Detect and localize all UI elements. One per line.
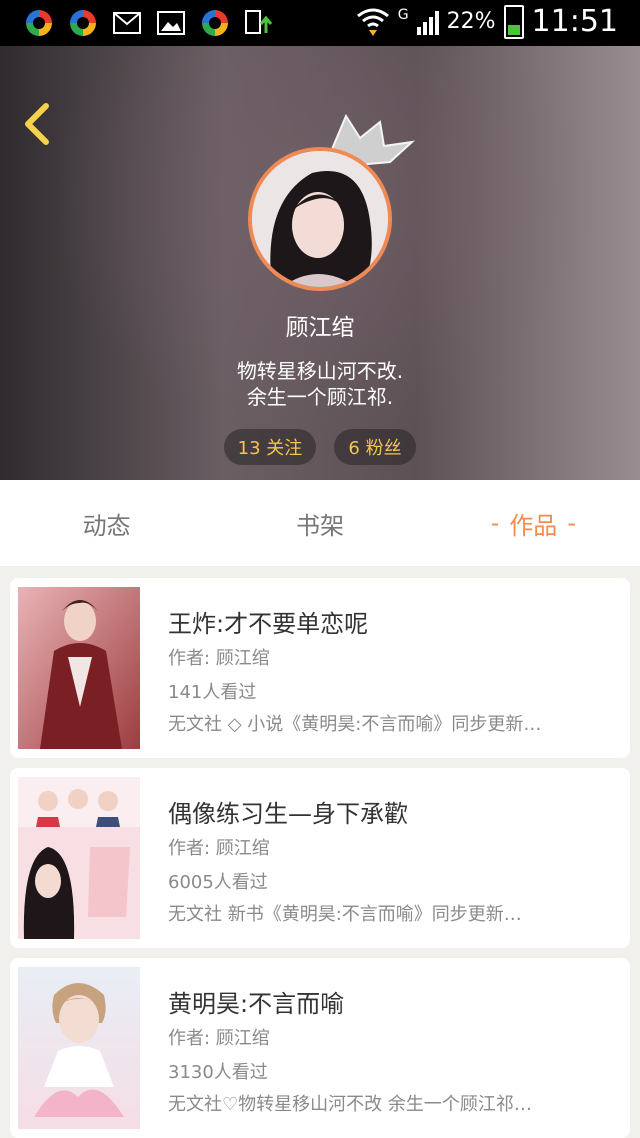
status-indicators: G 22% 11:51: [356, 4, 618, 39]
avatar[interactable]: [248, 147, 392, 291]
bio: 物转星移山河不改. 余生一个顾江祁.: [0, 358, 640, 410]
tab-works[interactable]: - 作品 -: [427, 480, 640, 566]
tab-activity-label: 动态: [82, 511, 131, 540]
back-button[interactable]: [18, 102, 58, 146]
book-cover: [18, 777, 140, 939]
work-title: 王炸:才不要单恋呢: [168, 610, 369, 638]
following-count-button[interactable]: 13 关注: [224, 429, 316, 465]
work-title: 偶像练习生—身下承歡: [168, 800, 408, 828]
tab-works-label: 作品: [509, 511, 558, 540]
work-card[interactable]: 偶像练习生—身下承歡 作者: 顾江绾 6005人看过 无文社 新书《黄明昊:不言…: [10, 768, 630, 948]
battery-icon: [503, 4, 524, 39]
book-cover: [18, 967, 140, 1129]
chevron-left-icon: [25, 103, 49, 145]
tab-active-dash-left: -: [490, 509, 500, 537]
battery-percent: 22%: [446, 9, 496, 34]
notification-icons: [24, 8, 274, 38]
tab-activity[interactable]: 动态: [0, 480, 213, 566]
profile-header: 顾江绾 物转星移山河不改. 余生一个顾江祁. 13 关注 6 粉丝: [0, 46, 640, 480]
work-author: 作者: 顾江绾: [168, 1028, 270, 1049]
tab-bookshelf-label: 书架: [295, 511, 344, 540]
mail-icon: [112, 8, 142, 38]
work-views: 6005人看过: [168, 872, 268, 893]
book-cover: [18, 587, 140, 749]
tab-active-dash-right: -: [567, 509, 576, 537]
bio-line-2: 余生一个顾江祁.: [246, 385, 394, 409]
work-views: 141人看过: [168, 682, 257, 703]
tab-bookshelf[interactable]: 书架: [213, 480, 426, 566]
image-icon: [156, 8, 186, 38]
signal-icon: [416, 9, 439, 35]
clock: 11:51: [531, 4, 618, 39]
app-notification-icon: [24, 8, 54, 38]
username: 顾江绾: [285, 315, 355, 341]
work-views: 3130人看过: [168, 1062, 268, 1083]
status-bar: G 22% 11:51: [0, 0, 640, 46]
profile-tabs: 动态 书架 - 作品 -: [0, 480, 640, 566]
work-card[interactable]: 王炸:才不要单恋呢 作者: 顾江绾 141人看过 无文社 ◇ 小说《黄明昊:不言…: [10, 578, 630, 758]
work-title: 黄明昊:不言而喻: [168, 990, 345, 1018]
work-description: 无文社 新书《黄明昊:不言而喻》同步更新…: [168, 904, 522, 925]
wifi-icon: [356, 8, 389, 36]
work-description: 无文社♡物转星移山河不改 余生一个顾江祁…: [168, 1094, 532, 1115]
download-icon: [244, 8, 274, 38]
fans-count-button[interactable]: 6 粉丝: [334, 429, 416, 465]
work-description: 无文社 ◇ 小说《黄明昊:不言而喻》同步更新…: [168, 714, 542, 735]
app-notification-icon: [200, 8, 230, 38]
avatar-image: [252, 151, 388, 287]
bio-line-1: 物转星移山河不改.: [236, 359, 404, 383]
work-card[interactable]: 黄明昊:不言而喻 作者: 顾江绾 3130人看过 无文社♡物转星移山河不改 余生…: [10, 958, 630, 1138]
app-notification-icon: [68, 8, 98, 38]
work-author: 作者: 顾江绾: [168, 838, 270, 859]
network-type: G: [397, 6, 409, 23]
work-author: 作者: 顾江绾: [168, 648, 270, 669]
